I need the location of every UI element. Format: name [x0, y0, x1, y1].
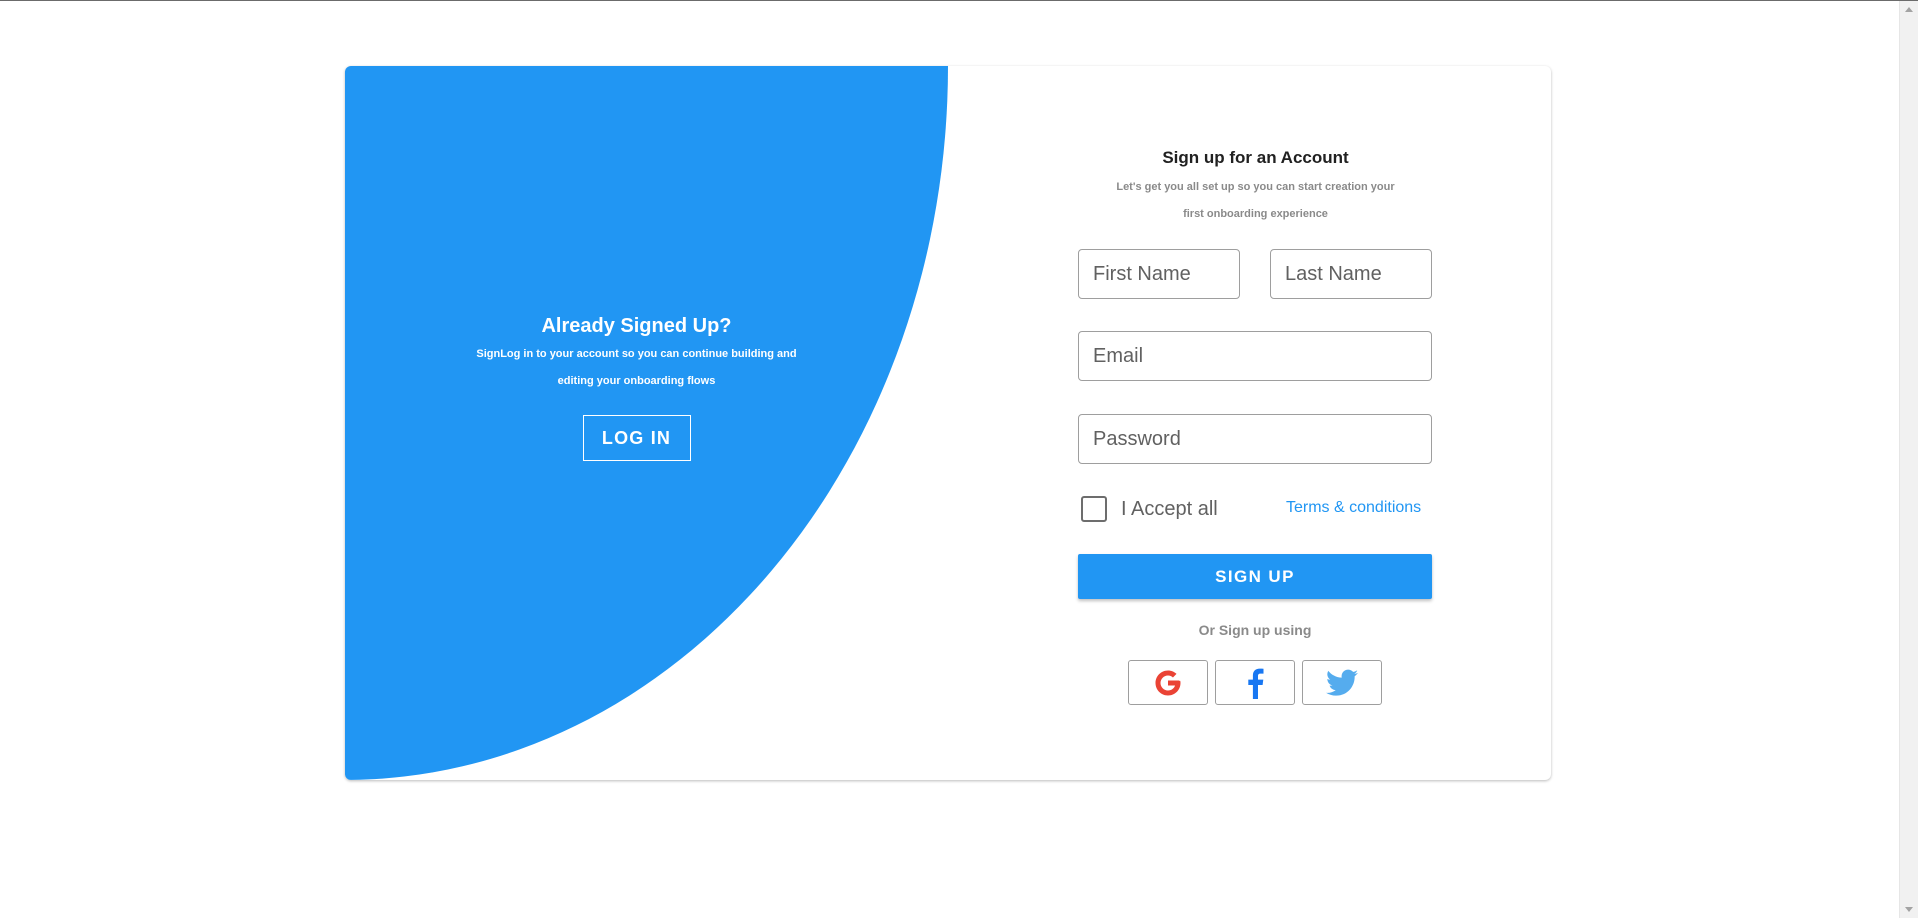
signup-button[interactable]: SIGN UP [1078, 554, 1432, 599]
accept-terms-checkbox[interactable] [1081, 496, 1107, 522]
twitter-signup-button[interactable] [1302, 660, 1382, 705]
signup-title: Sign up for an Account [1162, 148, 1349, 167]
signup-subtitle: Let's get you all set up so you can star… [948, 174, 1551, 228]
login-button[interactable]: LOG IN [582, 415, 691, 461]
google-icon [1155, 670, 1181, 695]
twitter-icon [1326, 669, 1358, 696]
password-input[interactable] [1078, 414, 1432, 464]
accept-terms-label[interactable]: I Accept all [1121, 498, 1218, 521]
login-panel-description-line1: SignLog in to your account so you can co… [476, 348, 797, 360]
social-signup-row [1128, 660, 1382, 705]
or-signup-using-text: Or Sign up using [1198, 622, 1312, 638]
login-panel-description-line2: editing your onboarding flows [557, 375, 716, 387]
google-signup-button[interactable] [1128, 660, 1208, 705]
scroll-down-arrow-icon[interactable] [1905, 907, 1913, 912]
email-input[interactable] [1078, 331, 1432, 381]
auth-card: Already Signed Up? SignLog in to your ac… [345, 66, 1551, 780]
first-name-input[interactable] [1078, 249, 1240, 299]
login-panel-content: Already Signed Up? SignLog in to your ac… [345, 312, 928, 461]
accept-terms-row: I Accept all [1081, 496, 1218, 522]
signup-subtitle-line1: Let's get you all set up so you can star… [1116, 181, 1395, 193]
vertical-scrollbar[interactable] [1899, 1, 1918, 918]
login-panel-description: SignLog in to your account so you can co… [345, 341, 928, 395]
terms-conditions-link[interactable]: Terms & conditions [1286, 499, 1421, 517]
last-name-input[interactable] [1270, 249, 1432, 299]
signup-subtitle-line2: first onboarding experience [1183, 208, 1328, 220]
login-panel: Already Signed Up? SignLog in to your ac… [345, 66, 948, 780]
scroll-up-arrow-icon[interactable] [1905, 7, 1913, 12]
signup-panel: Sign up for an Account Let's get you all… [948, 66, 1551, 780]
browser-top-border [0, 0, 1918, 1]
facebook-icon [1248, 668, 1264, 699]
facebook-signup-button[interactable] [1215, 660, 1295, 705]
login-panel-title: Already Signed Up? [541, 315, 732, 337]
